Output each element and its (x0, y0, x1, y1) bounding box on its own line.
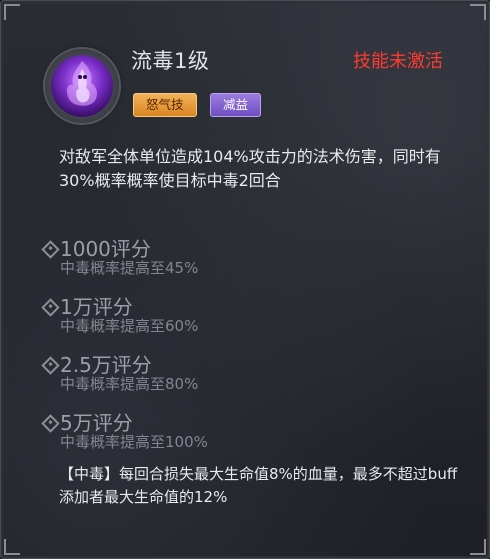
upgrade-effect: 中毒概率提高至100% (60, 433, 208, 451)
tag-rage-skill: 怒气技 (133, 93, 197, 117)
skill-icon-frame (45, 49, 119, 123)
poison-flame-icon (51, 55, 113, 117)
corner-ornament (4, 4, 20, 20)
diamond-bullet-icon (41, 298, 60, 317)
upgrade-effect: 中毒概率提高至80% (60, 375, 199, 393)
skill-status: 技能未激活 (353, 51, 443, 72)
diamond-bullet-icon (41, 414, 60, 433)
skill-tooltip-panel: 流毒1级 技能未激活 怒气技 减益 对敌军全体单位造成104%攻击力的法术伤害，… (0, 0, 490, 559)
corner-ornament (4, 539, 20, 555)
diamond-bullet-icon (41, 240, 60, 259)
skill-name: 流毒1级 (131, 49, 210, 73)
upgrade-effect: 中毒概率提高至45% (60, 259, 199, 277)
upgrade-effect: 中毒概率提高至60% (60, 317, 199, 335)
skill-description: 对敌军全体单位造成104%攻击力的法术伤害，同时有30%概率概率使目标中毒2回合 (59, 147, 441, 190)
poison-status-note: 【中毒】每回合损失最大生命值8%的血量，最多不超过buff添加者最大生命值的12… (59, 465, 458, 506)
corner-ornament (470, 4, 486, 20)
corner-ornament (470, 539, 486, 555)
diamond-bullet-icon (41, 356, 60, 375)
tag-debuff: 减益 (210, 93, 262, 117)
